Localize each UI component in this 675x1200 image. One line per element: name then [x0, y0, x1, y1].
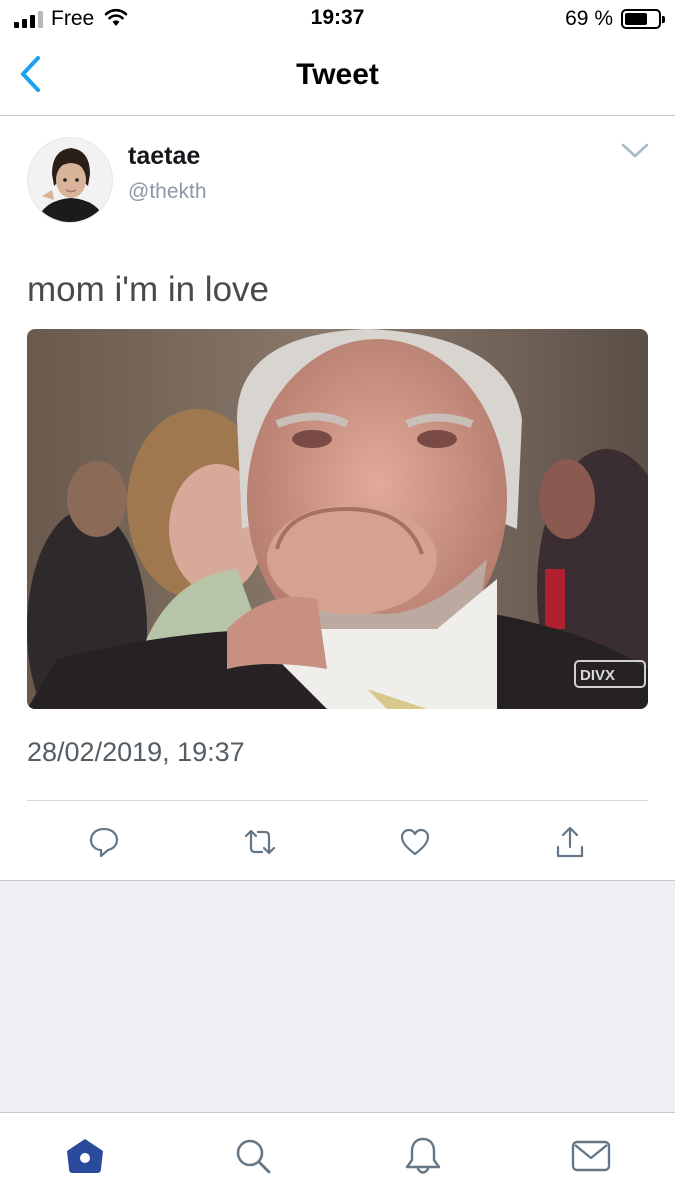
- share-button[interactable]: [548, 822, 592, 862]
- avatar[interactable]: [27, 137, 113, 223]
- battery-icon: [621, 9, 665, 29]
- more-options-button[interactable]: [614, 136, 656, 166]
- battery-percentage: 69 %: [565, 7, 613, 30]
- tweet-detail-screen: Free 19:37 69 % Tweet taetae @thekth mom…: [0, 0, 675, 1200]
- reply-icon: [89, 827, 119, 858]
- page-title: Tweet: [296, 58, 379, 91]
- media-watermark: DIVX: [580, 667, 615, 684]
- tab-bar: [0, 1112, 675, 1200]
- notifications-icon: [405, 1137, 441, 1174]
- messages-icon: [571, 1140, 611, 1172]
- tweet-timestamp: 28/02/2019, 19:37: [27, 737, 245, 767]
- tab-messages[interactable]: [566, 1131, 616, 1181]
- like-button[interactable]: [393, 822, 437, 862]
- divider: [27, 800, 648, 801]
- author-display-name[interactable]: taetae: [128, 142, 200, 171]
- tab-notifications[interactable]: [398, 1131, 448, 1181]
- share-icon: [556, 826, 584, 858]
- home-icon: [67, 1139, 103, 1173]
- retweet-button[interactable]: [238, 822, 282, 862]
- tweet-media-gif[interactable]: DIVX: [27, 329, 648, 709]
- navigation-bar: Tweet: [0, 40, 675, 116]
- battery-level-fill: [625, 13, 647, 25]
- author-handle: @thekth: [128, 180, 207, 203]
- empty-replies-area: [0, 880, 675, 1112]
- reply-button[interactable]: [82, 822, 126, 862]
- search-icon: [236, 1139, 271, 1174]
- like-icon: [400, 828, 430, 856]
- tweet-text: mom i'm in love: [27, 270, 270, 309]
- tab-home[interactable]: [60, 1131, 110, 1181]
- chevron-down-icon: [621, 143, 649, 158]
- status-bar: Free 19:37 69 %: [0, 0, 675, 40]
- status-bar-right: 69 %: [565, 6, 665, 32]
- tab-search[interactable]: [228, 1131, 278, 1181]
- tweet-actions: [0, 822, 675, 862]
- retweet-icon: [244, 829, 276, 855]
